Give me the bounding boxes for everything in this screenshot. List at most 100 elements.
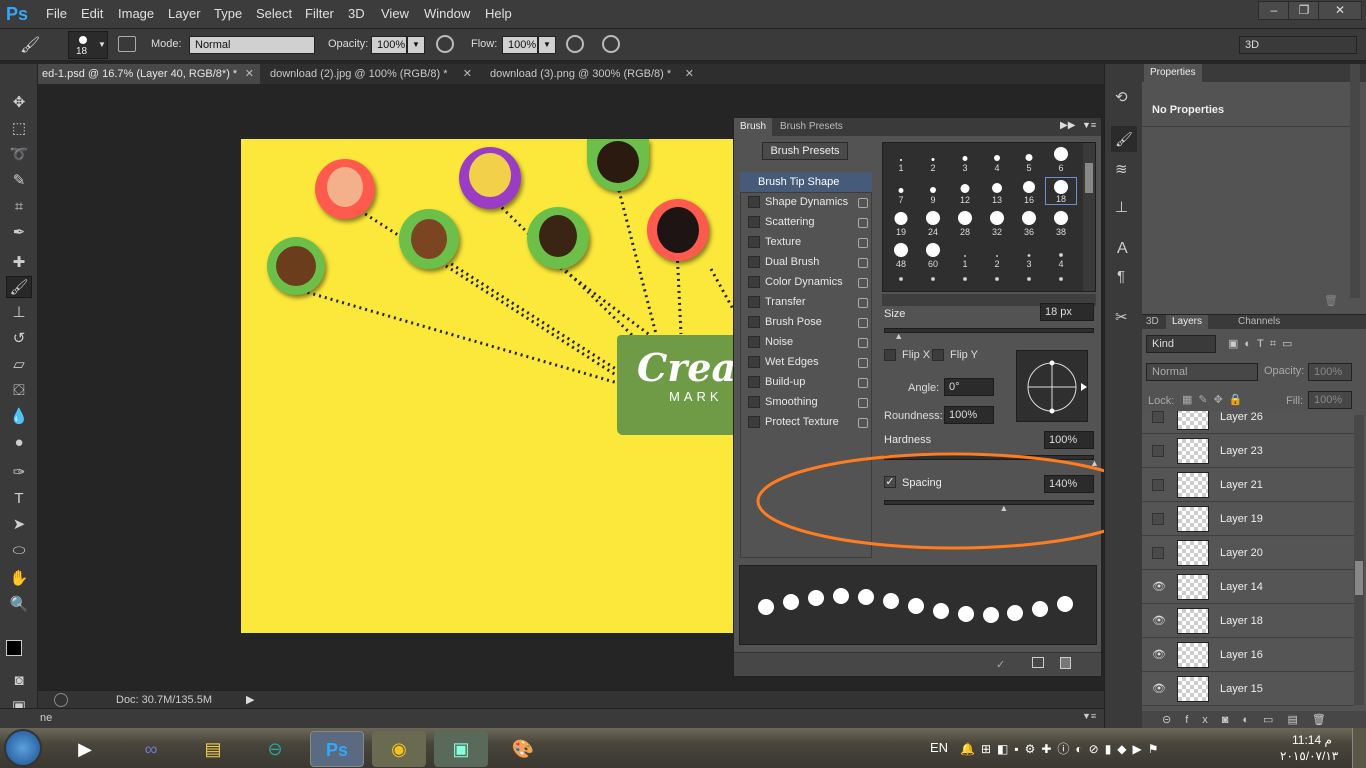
language-indicator[interactable]: EN	[930, 740, 948, 755]
collapse-icon[interactable]: ▶▶	[1060, 120, 1075, 131]
option-checkbox[interactable]	[748, 236, 760, 248]
brush-tip-cell[interactable]: 13	[981, 177, 1013, 205]
chrome-like-icon[interactable]: ◉	[372, 731, 426, 767]
brush-tip-cell[interactable]: 9	[917, 177, 949, 205]
monitor-app-icon[interactable]: ▣	[434, 731, 488, 767]
brush-tip-cell[interactable]: 28	[949, 209, 981, 237]
doc-tab-1[interactable]: ed-1.psd @ 16.7% (Layer 40, RGB/8*) * ✕	[38, 64, 260, 84]
folder-icon[interactable]: ▤	[186, 731, 240, 767]
lock-icon[interactable]	[858, 198, 868, 208]
hardness-slider-knob[interactable]: ▲	[1090, 458, 1099, 468]
option-checkbox[interactable]	[748, 356, 760, 368]
menu-type[interactable]: Type	[214, 6, 242, 21]
layer-row[interactable]: 👁 Layer 15	[1142, 673, 1354, 706]
option-checkbox[interactable]	[748, 336, 760, 348]
lock-icon[interactable]	[858, 418, 868, 428]
menu-edit[interactable]: Edit	[81, 6, 103, 21]
start-button[interactable]	[4, 729, 42, 767]
brush-tip-cell[interactable]	[1045, 273, 1077, 291]
blur-tool-icon[interactable]: 💧	[6, 406, 32, 428]
brush-tip-cell[interactable]: 6	[1045, 145, 1077, 173]
angle-input[interactable]: 0°	[944, 378, 994, 396]
close-icon[interactable]: ✕	[463, 64, 472, 84]
status-icon[interactable]	[54, 693, 68, 707]
brush-tip-cell[interactable]: 4	[1045, 241, 1077, 269]
size-slider-knob[interactable]: ▲	[894, 331, 903, 341]
layer-row[interactable]: Layer 26	[1142, 411, 1354, 434]
visibility-toggle[interactable]	[1152, 445, 1164, 457]
brush-option-item[interactable]: Brush Pose	[740, 312, 872, 332]
option-checkbox[interactable]	[748, 256, 760, 268]
infinity-app-icon[interactable]: ∞	[124, 731, 178, 767]
minimize-button[interactable]: –	[1258, 1, 1290, 20]
layer-row[interactable]: Layer 19	[1142, 503, 1354, 536]
brush-option-item[interactable]: Scattering	[740, 212, 872, 232]
trash-icon[interactable]: 🗑	[1324, 294, 1338, 307]
spacing-input[interactable]: 140%	[1044, 475, 1094, 493]
layer-filter-icons[interactable]: ▣◐T⌗▭	[1228, 337, 1298, 351]
spacing-slider-knob[interactable]: ▲	[999, 503, 1008, 513]
lasso-tool-icon[interactable]: ➰	[6, 144, 32, 166]
restore-button[interactable]: ❐	[1288, 1, 1320, 20]
lock-icon[interactable]	[858, 338, 868, 348]
lock-icon[interactable]	[858, 298, 868, 308]
close-button[interactable]: ✕	[1318, 1, 1362, 20]
close-icon[interactable]: ✕	[685, 64, 694, 84]
toggle-live-tip-icon[interactable]: ✓	[996, 658, 1005, 671]
healing-brush-tool-icon[interactable]: ✚	[6, 252, 32, 274]
lock-icons[interactable]: ▦✎✥🔒	[1182, 393, 1249, 406]
brush-tip-cell[interactable]: 3	[1013, 241, 1045, 269]
menu-image[interactable]: Image	[118, 6, 154, 21]
clone-stamp-tool-icon[interactable]: ⊥	[6, 302, 32, 324]
lock-icon[interactable]	[858, 258, 868, 268]
brush-panel-icon[interactable]: 🖌	[1111, 126, 1137, 152]
option-checkbox[interactable]	[748, 216, 760, 228]
airbrush-icon[interactable]	[566, 35, 584, 53]
foreground-color-swatch[interactable]	[6, 640, 22, 656]
quick-select-tool-icon[interactable]: ✎	[6, 170, 32, 192]
photoshop-taskbar-icon[interactable]: Ps	[310, 731, 364, 767]
layer-row[interactable]: 👁 Layer 14	[1142, 571, 1354, 604]
brush-option-item[interactable]: Wet Edges	[740, 352, 872, 372]
tab-brush[interactable]: Brush	[734, 118, 773, 136]
scrollbar[interactable]	[1083, 143, 1095, 291]
brush-presets-button[interactable]: Brush Presets	[762, 142, 848, 160]
brush-tip-cell[interactable]: 60	[917, 241, 949, 269]
brush-panel-toggle-icon[interactable]	[118, 36, 136, 52]
eraser-tool-icon[interactable]: ▱	[6, 354, 32, 376]
status-menu-arrow-icon[interactable]: ▶	[246, 693, 254, 706]
lock-icon[interactable]	[858, 218, 868, 228]
brush-tool-icon[interactable]: 🖌	[6, 276, 32, 298]
panel-menu-icon[interactable]: ▼≡	[1082, 120, 1096, 130]
brush-tip-cell[interactable]: 5	[1013, 145, 1045, 173]
scrollbar[interactable]	[1354, 415, 1364, 705]
fill-input[interactable]: 100%	[1308, 391, 1352, 409]
layer-row[interactable]: Layer 23	[1142, 435, 1354, 468]
brush-tip-cell[interactable]: 38	[1045, 209, 1077, 237]
brush-tip-cell[interactable]: 24	[917, 209, 949, 237]
crop-tool-icon[interactable]: ⌗	[6, 196, 32, 218]
character-icon[interactable]: A	[1117, 240, 1128, 258]
flow-dropdown-icon[interactable]: ▼	[538, 36, 556, 54]
option-checkbox[interactable]	[748, 196, 760, 208]
brush-tip-cell[interactable]: 1	[885, 145, 917, 173]
brush-option-item[interactable]: Texture	[740, 232, 872, 252]
history-icon[interactable]: ⟲	[1115, 88, 1128, 106]
properties-tab[interactable]: Properties	[1144, 64, 1202, 82]
close-icon[interactable]: ✕	[245, 64, 254, 84]
brush-tip-cell[interactable]: 16	[1013, 177, 1045, 205]
brush-tip-grid[interactable]: 1 2 3 4 5 6 7 9 12 13 16 18 19 24 28 32 36 38 48 60 1 2 3 4	[882, 142, 1096, 292]
show-desktop-button[interactable]	[1352, 728, 1366, 768]
menu-file[interactable]: File	[46, 6, 67, 21]
layer-row[interactable]: Layer 21	[1142, 469, 1354, 502]
size-input[interactable]: 18 px	[1040, 303, 1094, 321]
document-canvas[interactable]: Creat MARK	[241, 139, 754, 633]
pen-tool-icon[interactable]: ✑	[6, 462, 32, 484]
menu-window[interactable]: Window	[424, 6, 470, 21]
scrollbar[interactable]	[1350, 64, 1360, 298]
mode-select[interactable]: Normal	[189, 36, 315, 54]
dodge-tool-icon[interactable]: ●	[6, 432, 32, 454]
brush-tip-cell[interactable]	[949, 273, 981, 291]
brush-tip-cell[interactable]: 7	[885, 177, 917, 205]
spacing-slider[interactable]	[884, 500, 1094, 505]
